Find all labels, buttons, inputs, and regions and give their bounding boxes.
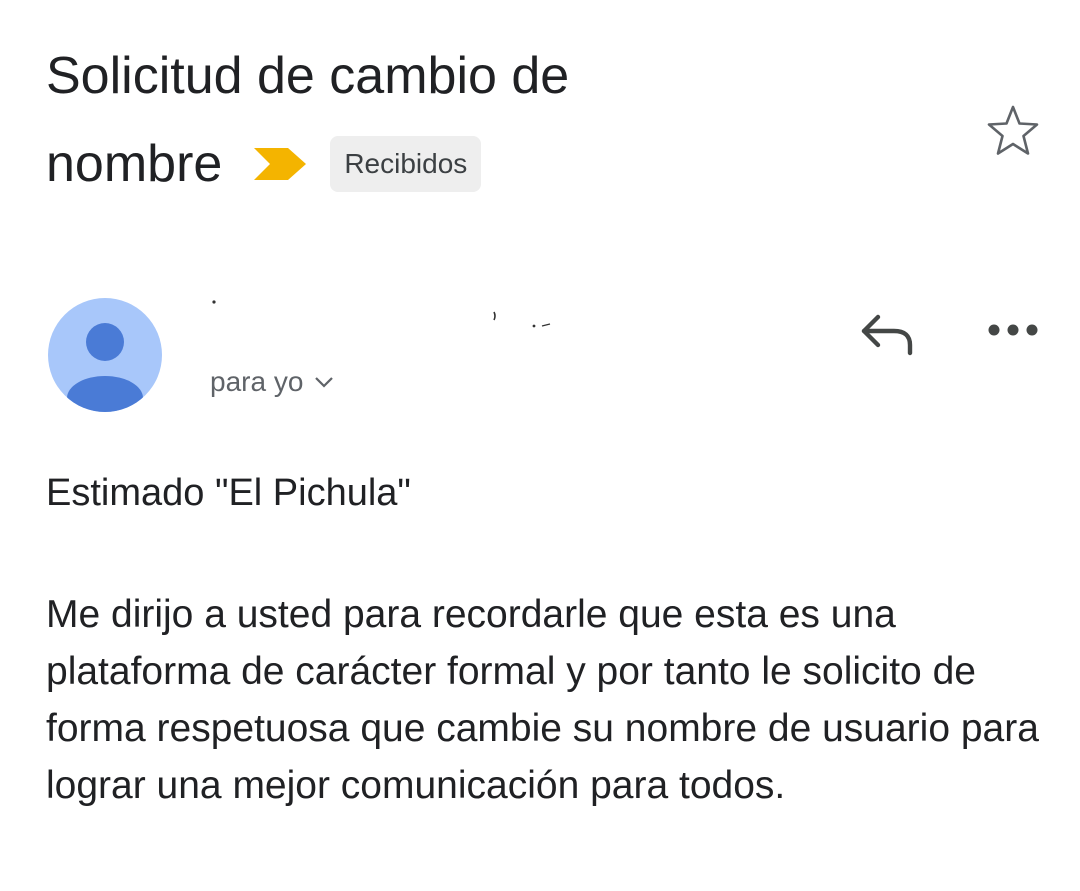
- email-body: Me dirijo a usted para recordarle que es…: [46, 593, 1039, 807]
- redacted-sender-marks: [212, 300, 551, 328]
- star-icon[interactable]: [984, 102, 1042, 160]
- subject-line-2-row: nombre Recibidos: [46, 120, 946, 208]
- label-importance-icon[interactable]: [252, 144, 308, 184]
- recipient-toggle[interactable]: para yo: [210, 366, 335, 398]
- email-greeting: Estimado "El Pichula": [46, 472, 411, 514]
- chevron-down-icon: [315, 377, 334, 388]
- subject-line-2: nombre: [46, 135, 223, 193]
- recipient-label: para yo: [210, 366, 304, 397]
- sender-avatar[interactable]: [48, 298, 162, 412]
- inbox-label-chip[interactable]: Recibidos: [330, 136, 482, 192]
- more-options-icon[interactable]: [985, 318, 1041, 342]
- email-subject: Solicitud de cambio de nombre Recibidos: [46, 32, 946, 208]
- subject-line-1: Solicitud de cambio de: [46, 47, 570, 105]
- person-avatar-icon: [67, 323, 143, 412]
- reply-icon[interactable]: [856, 311, 916, 357]
- sender-name: [210, 298, 810, 342]
